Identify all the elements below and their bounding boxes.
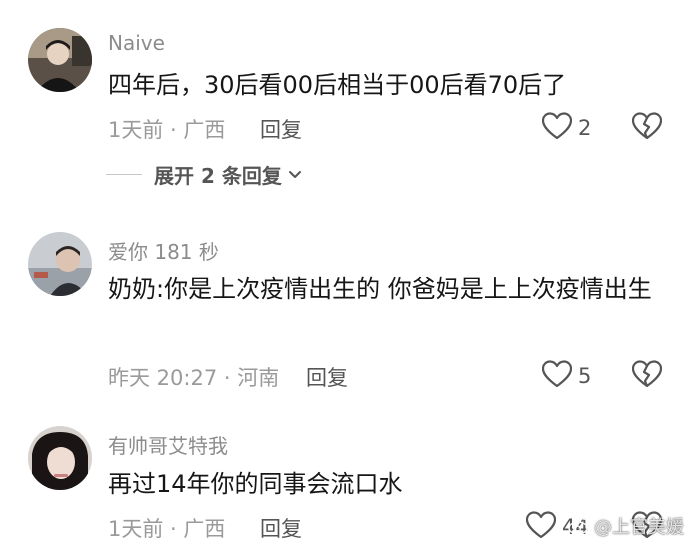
username[interactable]: Naive [108, 31, 165, 55]
comment-time-location: 昨天 20:27 · 河南 [108, 366, 280, 390]
like-count: 5 [578, 364, 592, 388]
broken-heart-icon [631, 360, 663, 392]
expand-replies-label: 展开 2 条回复 [154, 164, 282, 188]
expand-replies-button[interactable]: 展开 2 条回复 [106, 160, 302, 189]
reply-button[interactable]: 回复 [260, 114, 302, 144]
comment-time-location: 1天前 · 广西 [108, 517, 226, 541]
avatar[interactable] [28, 28, 92, 92]
comment-item: 爱你 181 秒 奶奶:你是上次疫情出生的 你爸妈是上上次疫情出生 昨天 20:… [0, 200, 690, 400]
like-count: 2 [578, 116, 592, 140]
broken-heart-icon [631, 112, 663, 144]
comment-text: 四年后，30后看00后相当于00后看70后了 [108, 71, 567, 99]
heart-icon [541, 112, 573, 144]
dislike-button[interactable] [631, 360, 663, 392]
like-button[interactable]: 2 [541, 112, 592, 144]
username[interactable]: 有帅哥艾特我 [108, 430, 228, 459]
comment-time-location: 1天前 · 广西 [108, 118, 226, 142]
comment-item: Naive 四年后，30后看00后相当于00后看70后了 1天前 · 广西 回复… [0, 0, 690, 200]
avatar[interactable] [28, 232, 92, 296]
comment-text: 奶奶:你是上次疫情出生的 你爸妈是上上次疫情出生 [108, 275, 652, 303]
weibo-logo-icon [568, 517, 590, 535]
reply-button[interactable]: 回复 [306, 362, 348, 392]
heart-icon [525, 511, 557, 543]
heart-icon [541, 360, 573, 392]
watermark-text: @上官美媛 [594, 517, 684, 538]
like-button[interactable]: 5 [541, 360, 592, 392]
avatar[interactable] [28, 426, 92, 490]
username[interactable]: 爱你 181 秒 [108, 236, 219, 265]
chevron-down-icon [288, 170, 302, 180]
divider [106, 174, 142, 175]
dislike-button[interactable] [631, 112, 663, 144]
watermark: @上官美媛 [568, 513, 684, 539]
reply-button[interactable]: 回复 [260, 513, 302, 543]
comment-text: 再过14年你的同事会流口水 [108, 470, 403, 498]
